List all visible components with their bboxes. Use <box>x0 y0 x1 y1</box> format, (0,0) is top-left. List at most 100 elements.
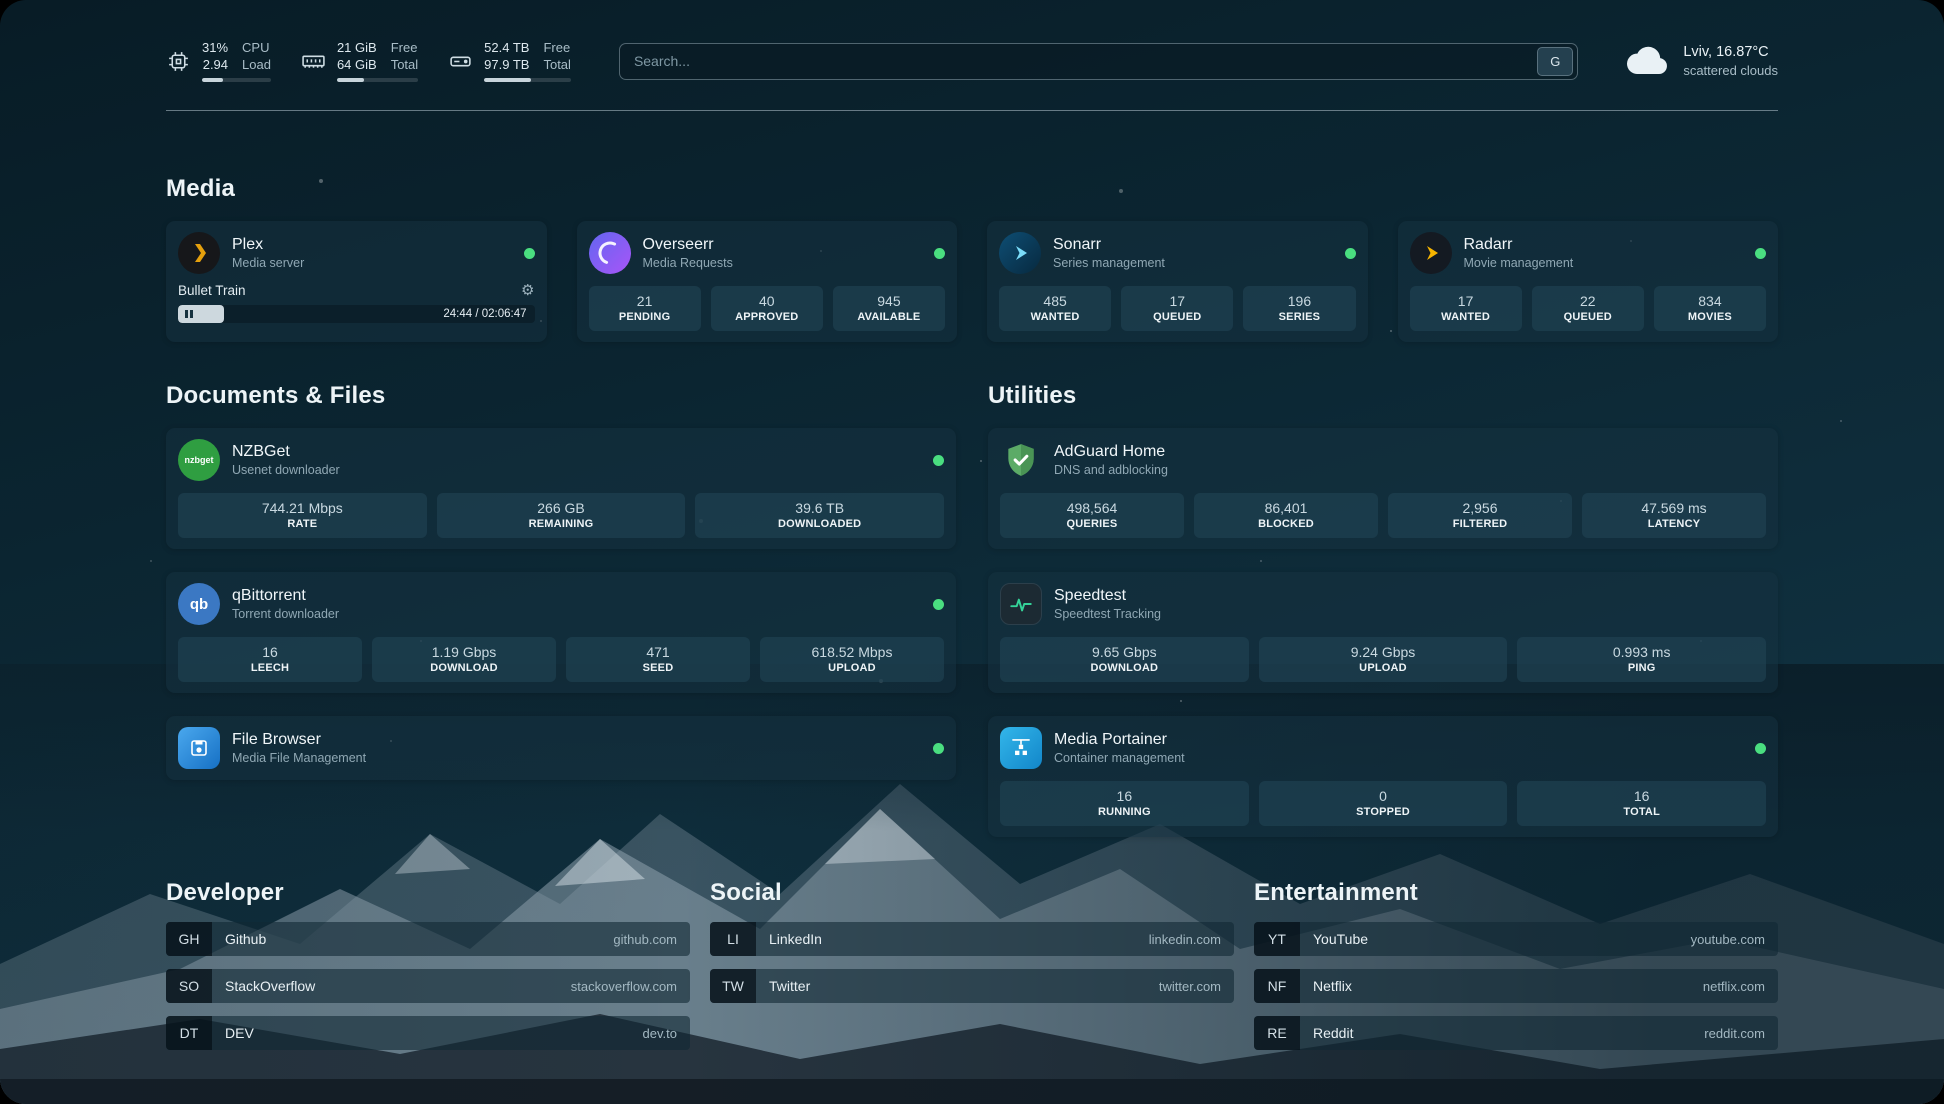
snow-specks <box>0 0 2 2</box>
card-sonarr[interactable]: Sonarr Series management 485 WANTED 17 Q… <box>987 221 1368 342</box>
service-title: File Browser <box>232 731 366 749</box>
bookmark-url: dev.to <box>643 1016 690 1050</box>
cpu-usage-bar <box>202 78 271 82</box>
card-speedtest[interactable]: Speedtest Speedtest Tracking 9.65 Gbps D… <box>988 572 1778 693</box>
bookmark-abbr: TW <box>710 969 756 1003</box>
memory-widget: 21 GiB Free 64 GiB Total <box>301 40 418 82</box>
status-dot <box>1755 743 1766 754</box>
bookmark-name: StackOverflow <box>212 969 571 1003</box>
resource-widgets: 31% CPU 2.94 Load <box>166 40 571 82</box>
stat-download: 9.65 Gbps DOWNLOAD <box>1000 637 1249 682</box>
bookmark-stackoverflow[interactable]: SO StackOverflow stackoverflow.com <box>166 969 690 1003</box>
filebrowser-icon <box>178 727 220 769</box>
disk-free-label: Free <box>543 40 570 56</box>
service-subtitle: Media server <box>232 256 304 271</box>
weather-condition: scattered clouds <box>1683 62 1778 79</box>
disk-usage-bar <box>484 78 571 82</box>
radarr-icon <box>1410 232 1452 274</box>
bookmark-url: linkedin.com <box>1149 922 1234 956</box>
bookmark-abbr: LI <box>710 922 756 956</box>
bookmark-name: Netflix <box>1300 969 1703 1003</box>
playback-progress-bar[interactable]: 24:44 / 02:06:47 <box>178 305 535 323</box>
bookmark-abbr: DT <box>166 1016 212 1050</box>
stat-pending: 21 PENDING <box>589 286 701 331</box>
portainer-icon <box>1000 727 1042 769</box>
disk-total-label: Total <box>543 57 570 73</box>
card-plex[interactable]: Plex Media server Bullet Train ⚙ 24:44 <box>166 221 547 342</box>
bookmark-youtube[interactable]: YT YouTube youtube.com <box>1254 922 1778 956</box>
bookmark-name: DEV <box>212 1016 643 1050</box>
stat-rate: 744.21 Mbps RATE <box>178 493 427 538</box>
plex-icon <box>178 232 220 274</box>
stat-downloaded: 39.6 TB DOWNLOADED <box>695 493 944 538</box>
nzbget-icon: nzbget <box>178 439 220 481</box>
bookmark-netflix[interactable]: NF Netflix netflix.com <box>1254 969 1778 1003</box>
stat-queued: 22 QUEUED <box>1532 286 1644 331</box>
status-dot <box>933 743 944 754</box>
card-overseerr[interactable]: Overseerr Media Requests 21 PENDING 40 A… <box>577 221 958 342</box>
section-title-media: Media <box>166 175 1778 203</box>
disk-free: 52.4 TB <box>484 40 529 56</box>
cloud-icon <box>1624 44 1670 78</box>
status-dot <box>1345 248 1356 259</box>
bookmark-dev[interactable]: DT DEV dev.to <box>166 1016 690 1050</box>
bookmark-name: YouTube <box>1300 922 1691 956</box>
stat-wanted: 17 WANTED <box>1410 286 1522 331</box>
bookmark-abbr: RE <box>1254 1016 1300 1050</box>
bookmark-group-social: Social LI LinkedIn linkedin.com TW Twitt… <box>710 879 1234 1063</box>
service-subtitle: Torrent downloader <box>232 607 339 622</box>
service-subtitle: Media File Management <box>232 751 366 766</box>
cpu-load-label: Load <box>242 57 271 73</box>
bookmark-github[interactable]: GH Github github.com <box>166 922 690 956</box>
status-dot <box>524 248 535 259</box>
search-input[interactable] <box>634 53 1537 69</box>
section-title-developer: Developer <box>166 879 690 907</box>
sonarr-icon <box>999 232 1041 274</box>
search-provider-button[interactable]: G <box>1537 47 1573 76</box>
stat-leech: 16 LEECH <box>178 637 362 682</box>
stat-seed: 471 SEED <box>566 637 750 682</box>
bookmark-url: reddit.com <box>1704 1016 1778 1050</box>
status-dot <box>933 599 944 610</box>
card-qbittorrent[interactable]: qb qBittorrent Torrent downloader 16 LEE… <box>166 572 956 693</box>
card-adguard[interactable]: AdGuard Home DNS and adblocking 498,564 … <box>988 428 1778 549</box>
stat-download: 1.19 Gbps DOWNLOAD <box>372 637 556 682</box>
bookmark-name: Twitter <box>756 969 1159 1003</box>
bookmark-abbr: GH <box>166 922 212 956</box>
bookmark-reddit[interactable]: RE Reddit reddit.com <box>1254 1016 1778 1050</box>
cpu-widget: 31% CPU 2.94 Load <box>166 40 271 82</box>
service-subtitle: Container management <box>1054 751 1185 766</box>
weather-widget: Lviv, 16.87°C scattered clouds <box>1624 43 1778 79</box>
weather-location: Lviv, 16.87°C <box>1683 43 1778 62</box>
disk-total: 97.9 TB <box>484 57 529 73</box>
service-title: AdGuard Home <box>1054 443 1168 461</box>
bookmark-name: Github <box>212 922 613 956</box>
pause-button[interactable] <box>185 310 193 318</box>
card-nzbget[interactable]: nzbget NZBGet Usenet downloader 744.21 M… <box>166 428 956 549</box>
overseerr-icon <box>589 232 631 274</box>
card-radarr[interactable]: Radarr Movie management 17 WANTED 22 QUE… <box>1398 221 1779 342</box>
bookmark-linkedin[interactable]: LI LinkedIn linkedin.com <box>710 922 1234 956</box>
cpu-percent: 31% <box>202 40 228 56</box>
stat-upload: 618.52 Mbps UPLOAD <box>760 637 944 682</box>
service-subtitle: Movie management <box>1464 256 1574 271</box>
stat-ping: 0.993 ms PING <box>1517 637 1766 682</box>
service-title: NZBGet <box>232 443 340 461</box>
card-portainer[interactable]: Media Portainer Container management 16 … <box>988 716 1778 837</box>
section-title-social: Social <box>710 879 1234 907</box>
qbittorrent-icon: qb <box>178 583 220 625</box>
bookmark-url: github.com <box>613 922 690 956</box>
service-title: Plex <box>232 236 304 254</box>
bookmark-twitter[interactable]: TW Twitter twitter.com <box>710 969 1234 1003</box>
bookmark-name: LinkedIn <box>756 922 1149 956</box>
disk-icon <box>448 49 473 74</box>
memory-usage-bar <box>337 78 418 82</box>
status-dot <box>934 248 945 259</box>
bookmark-url: netflix.com <box>1703 969 1778 1003</box>
bookmark-url: twitter.com <box>1159 969 1234 1003</box>
settings-gear-icon[interactable]: ⚙ <box>521 284 534 298</box>
section-title-documents: Documents & Files <box>166 382 956 410</box>
playback-time: 24:44 / 02:06:47 <box>443 305 526 323</box>
card-filebrowser[interactable]: File Browser Media File Management <box>166 716 956 780</box>
header-divider <box>166 110 1778 111</box>
